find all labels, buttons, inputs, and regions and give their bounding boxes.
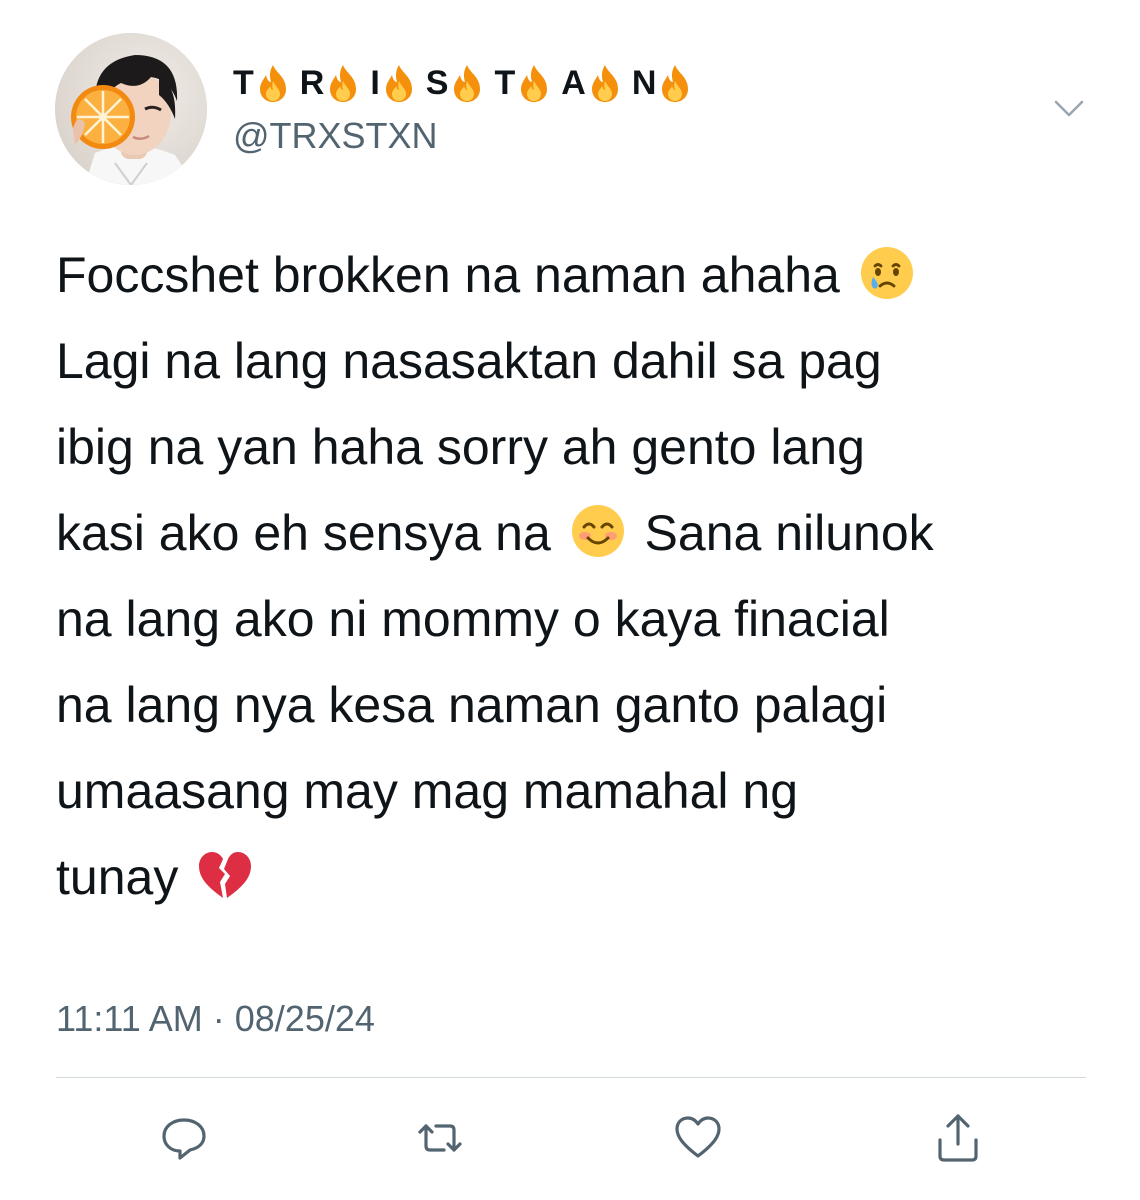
retweet-icon (418, 1124, 462, 1152)
tweet-text-segment: Foccshet brokken na naman ahaha (56, 247, 854, 303)
tweet-text-segment: na lang ako ni mommy o kaya finacial (56, 591, 890, 647)
tweet-text-line: Lagi na lang nasasaktan dahil sa pag (56, 318, 1096, 404)
tweet-text-segment: Sana nilunok (630, 505, 934, 561)
name-letter: T (233, 64, 254, 102)
reply-button[interactable] (158, 1112, 210, 1164)
meta-separator: · (202, 998, 235, 1039)
name-letter: T (494, 64, 516, 102)
tweet-text-line: umaasang may mag mamahal ng (56, 748, 1096, 834)
name-letter: S (425, 64, 449, 102)
reply-icon (162, 1118, 206, 1160)
name-letter: I (370, 64, 380, 102)
share-icon (938, 1114, 978, 1162)
broken-heart-icon (199, 852, 252, 898)
tweet-text-line: Foccshet brokken na naman ahaha (56, 232, 1096, 318)
tweet-card: T R I S T A N @TRXSTXN Foccshet brokken na nam… (0, 0, 1140, 1200)
tweet-text-line: tunay (56, 834, 1096, 920)
like-icon (675, 1116, 721, 1158)
fire-icon (454, 65, 481, 102)
tweet-text-segment: tunay (56, 849, 193, 905)
name-letter: R (299, 64, 325, 102)
like-button[interactable] (672, 1112, 724, 1164)
tweet-text: Foccshet brokken na naman ahaha Lagi na … (56, 232, 1096, 920)
tweet-text-segment: na lang nya kesa naman ganto palagi (56, 677, 888, 733)
tweet-text-line: na lang nya kesa naman ganto palagi (56, 662, 1096, 748)
name-letter: N (631, 64, 657, 102)
tweet-text-segment: ibig na yan haha sorry ah gento lang (56, 419, 865, 475)
name-letter: A (561, 64, 586, 102)
display-name[interactable]: TRISTAN (233, 60, 702, 106)
smiling-face-icon (571, 505, 624, 557)
tweet-text-line: ibig na yan haha sorry ah gento lang (56, 404, 1096, 490)
tweet-text-segment: kasi ako eh sensya na (56, 505, 565, 561)
chevron-down-icon[interactable] (1052, 96, 1086, 120)
tweet-text-line: na lang ako ni mommy o kaya finacial (56, 576, 1096, 662)
crying-face-icon (860, 247, 913, 299)
avatar-photo (55, 33, 207, 185)
fire-icon (385, 65, 412, 102)
tweet-text-segment: Lagi na lang nasasaktan dahil sa pag (56, 333, 882, 389)
retweet-button[interactable] (414, 1112, 466, 1164)
share-button[interactable] (932, 1112, 984, 1164)
tweet-text-segment: umaasang may mag mamahal ng (56, 763, 799, 819)
fire-icon (591, 65, 618, 102)
fire-icon (521, 65, 548, 102)
tweet-time: 11:11 AM (56, 998, 203, 1039)
tweet-timestamp[interactable]: 11:11 AM · 08/25/24 (56, 994, 375, 1044)
fire-icon (259, 65, 286, 102)
user-handle[interactable]: @TRXSTXN (233, 112, 438, 160)
divider (56, 1077, 1086, 1078)
tweet-date: 08/25/24 (234, 998, 375, 1039)
fire-icon (662, 65, 689, 102)
tweet-text-line: kasi ako eh sensya na Sana nilunok (56, 490, 1096, 576)
fire-icon (330, 65, 357, 102)
avatar[interactable] (55, 33, 207, 185)
